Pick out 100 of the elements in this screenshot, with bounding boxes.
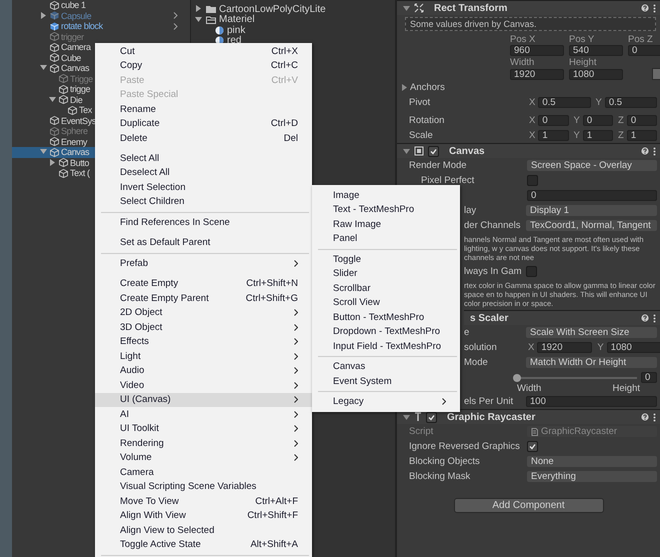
hierarchy-item[interactable]: Tex <box>12 105 95 116</box>
project-item[interactable]: pink <box>191 25 395 36</box>
menu-item[interactable]: Input Field - TextMeshPro <box>312 339 460 354</box>
more-icon[interactable] <box>653 146 656 156</box>
slider-thumb[interactable] <box>513 374 521 382</box>
menu-item[interactable]: Effects <box>95 334 312 349</box>
number-field[interactable]: 0 <box>538 115 569 126</box>
menu-item[interactable]: Align With View Ctrl+Shift+F <box>95 508 312 523</box>
number-field[interactable]: 1 <box>626 130 658 141</box>
menu-item[interactable]: Light <box>95 349 312 364</box>
hierarchy-item[interactable]: Die <box>12 94 95 105</box>
collapsed-arrow-icon[interactable] <box>49 158 56 166</box>
add-component-button[interactable]: Add Component <box>454 498 604 513</box>
more-icon[interactable] <box>653 314 656 322</box>
component-header[interactable]: s Scaler <box>464 310 660 325</box>
menu-item[interactable]: Create Empty Ctrl+Shift+N <box>95 276 312 291</box>
number-field[interactable]: 1080 <box>569 68 623 80</box>
fold-arrow-icon[interactable] <box>403 148 410 154</box>
component-header[interactable]: Graphic Raycaster <box>397 409 660 424</box>
menu-item[interactable]: Rename <box>95 102 312 116</box>
expanded-arrow-icon[interactable] <box>40 64 47 72</box>
menu-item[interactable]: Select All <box>95 151 312 166</box>
menu-item[interactable]: Find References In Scene <box>95 216 312 230</box>
expanded-arrow-icon[interactable] <box>49 96 56 103</box>
menu-item[interactable]: Button - TextMeshPro <box>312 310 460 324</box>
fold-arrow-icon[interactable] <box>403 414 410 420</box>
menu-item[interactable]: Align View to Selected <box>95 523 312 538</box>
menu-item[interactable]: AI <box>95 407 312 422</box>
dropdown[interactable]: Everything <box>527 471 657 482</box>
menu-item[interactable]: Legacy <box>312 394 460 409</box>
number-field[interactable]: 0 <box>628 45 660 56</box>
number-field[interactable]: 100 <box>526 396 657 407</box>
menu-item[interactable]: Toggle <box>312 252 460 266</box>
menu-item[interactable]: Text - TextMeshPro <box>312 202 460 217</box>
help-icon[interactable] <box>641 314 649 322</box>
menu-item[interactable]: Scroll View <box>312 296 460 310</box>
checkbox[interactable] <box>527 175 538 186</box>
menu-item[interactable]: Slider <box>312 266 460 281</box>
checkbox[interactable] <box>526 266 537 277</box>
menu-item[interactable]: Image <box>312 188 460 202</box>
number-field[interactable]: 0.5 <box>604 97 657 108</box>
number-field[interactable]: 1 <box>582 130 614 141</box>
hierarchy-item[interactable]: Canvas <box>12 63 95 74</box>
help-icon[interactable] <box>641 4 649 12</box>
expanded-arrow-icon[interactable] <box>40 148 47 156</box>
fold-arrow-icon[interactable] <box>403 4 410 12</box>
menu-item[interactable]: Visual Scripting Scene Variables <box>95 480 312 494</box>
number-field[interactable]: 0 <box>641 372 657 383</box>
help-icon[interactable] <box>641 413 649 421</box>
hierarchy-item[interactable]: EventSys <box>12 116 95 126</box>
dropdown[interactable]: None <box>527 456 657 467</box>
menu-item[interactable]: Raw Image <box>312 217 460 232</box>
menu-item[interactable]: Duplicate Ctrl+D <box>95 116 312 131</box>
hierarchy-item[interactable]: Canvas <box>12 147 95 158</box>
collapsed-arrow-icon[interactable] <box>195 5 202 12</box>
hierarchy-item[interactable]: Text ( <box>12 168 95 178</box>
menu-item[interactable]: 3D Object <box>95 320 312 334</box>
enable-checkbox[interactable] <box>426 412 437 422</box>
menu-item[interactable]: Dropdown - TextMeshPro <box>312 324 460 339</box>
hierarchy-item[interactable]: rotate block <box>12 21 190 32</box>
number-field[interactable]: 1 <box>538 130 569 141</box>
menu-item[interactable]: Event System <box>312 374 460 388</box>
dropdown[interactable]: Match Width Or Height <box>526 357 657 368</box>
menu-item[interactable]: Toggle Active State Alt+Shift+A <box>95 538 312 552</box>
hierarchy-item[interactable]: cube 1 <box>12 0 95 10</box>
menu-item[interactable]: Prefab <box>95 256 312 271</box>
dropdown[interactable]: Display 1 <box>526 205 657 216</box>
menu-item[interactable]: Camera <box>95 465 312 480</box>
menu-item[interactable]: Move To View Ctrl+Alt+F <box>95 494 312 508</box>
project-item[interactable]: CartoonLowPolyCityLite <box>191 4 395 14</box>
more-icon[interactable] <box>653 4 656 12</box>
number-field[interactable]: 960 <box>510 45 564 56</box>
menu-item[interactable]: Rendering <box>95 436 312 450</box>
menu-item[interactable]: Scrollbar <box>312 281 460 296</box>
dropdown[interactable]: Screen Space - Overlay <box>527 160 657 171</box>
project-item[interactable]: Materiel <box>191 14 395 25</box>
hierarchy-item[interactable]: Enemy <box>12 136 95 147</box>
number-field[interactable]: 1920 <box>510 68 564 80</box>
help-icon[interactable] <box>641 147 649 155</box>
menu-item[interactable]: Select Children <box>95 194 312 209</box>
menu-item[interactable]: Delete Del <box>95 131 312 146</box>
menu-item[interactable]: Set as Default Parent <box>95 236 312 250</box>
number-field[interactable]: 0 <box>582 115 614 126</box>
more-icon[interactable] <box>653 412 656 422</box>
menu-item[interactable]: UI Toolkit <box>95 422 312 436</box>
number-field[interactable]: 540 <box>569 45 623 56</box>
number-field[interactable]: 1920 <box>537 342 592 353</box>
component-header[interactable]: Canvas <box>397 143 660 158</box>
menu-item[interactable]: Invert Selection <box>95 180 312 194</box>
menu-item[interactable]: UI (Canvas) <box>95 392 312 407</box>
menu-item[interactable]: Cut Ctrl+X <box>95 44 312 58</box>
menu-item[interactable]: Create Empty Parent Ctrl+Shift+G <box>95 291 312 306</box>
enable-checkbox[interactable] <box>428 146 439 156</box>
menu-item[interactable]: Panel <box>312 232 460 246</box>
menu-item[interactable]: Volume <box>95 450 312 465</box>
expanded-arrow-icon[interactable] <box>195 16 202 23</box>
hierarchy-item[interactable]: Cube <box>12 52 95 63</box>
dropdown[interactable]: TexCoord1, Normal, Tangent <box>526 220 657 231</box>
fold-arrow-icon[interactable] <box>401 84 408 91</box>
menu-item[interactable]: Copy Ctrl+C <box>95 58 312 73</box>
